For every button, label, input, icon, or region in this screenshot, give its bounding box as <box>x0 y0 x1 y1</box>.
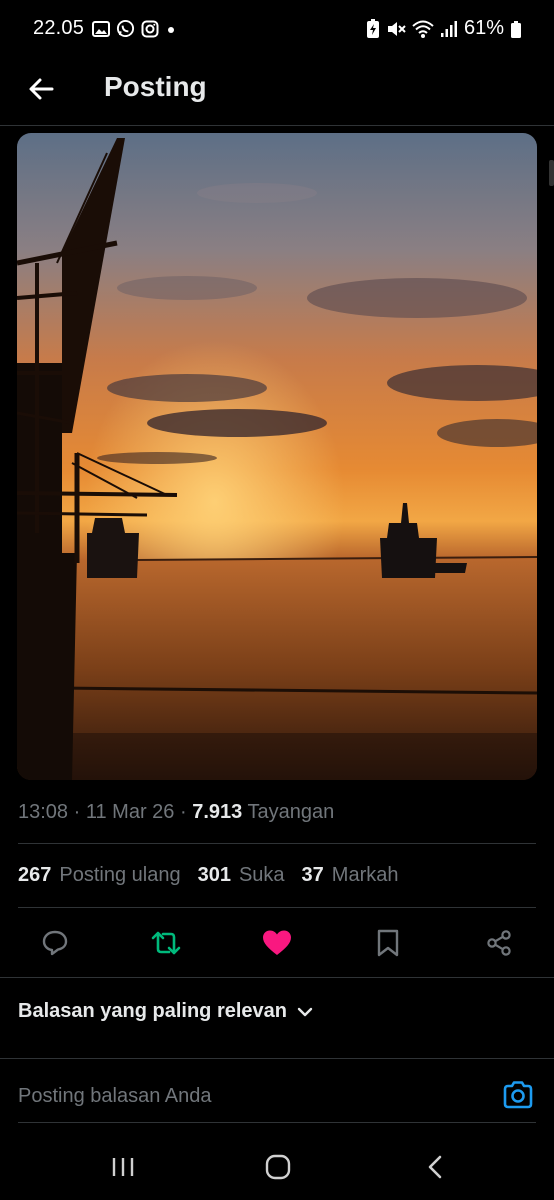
like-icon <box>263 930 291 955</box>
reposts-label: Posting ulang <box>59 864 181 886</box>
signal-icon <box>440 20 457 37</box>
likes-count: 301 <box>197 864 231 886</box>
chevron-down-icon <box>297 1007 313 1016</box>
meta-separator: · <box>180 801 187 823</box>
system-icons: 61% <box>366 17 522 40</box>
notification-icons <box>92 19 177 38</box>
reply-composer: Posting balasan Anda <box>0 1060 554 1122</box>
views-label: Tayangan <box>247 801 335 823</box>
dot-icon <box>168 26 174 33</box>
wifi-icon <box>412 20 434 38</box>
views-count: 7.913 <box>192 801 243 823</box>
bookmarks-stat[interactable]: 37 Markah <box>302 864 399 887</box>
camera-button[interactable] <box>502 1080 534 1112</box>
camera-icon <box>503 1081 533 1109</box>
meta-separator: · <box>73 801 81 823</box>
action-bar <box>0 922 554 964</box>
scrollbar[interactable] <box>549 160 554 186</box>
bookmark-button[interactable] <box>371 926 405 960</box>
back-button[interactable] <box>22 70 60 108</box>
reply-icon <box>42 930 68 956</box>
divider <box>18 843 536 844</box>
reply-input[interactable]: Posting balasan Anda <box>18 1085 212 1108</box>
repost-icon <box>151 931 181 955</box>
nav-back-button[interactable] <box>420 1152 450 1182</box>
post-time: 13:08 <box>18 801 69 823</box>
instagram-icon <box>141 20 159 37</box>
post-stats: 267 Posting ulang 301 Suka 37 Markah <box>18 864 416 887</box>
arrow-left-icon <box>29 78 54 100</box>
reply-sort-dropdown[interactable]: Balasan yang paling relevan <box>18 1000 313 1023</box>
back-icon <box>428 1155 442 1179</box>
battery-saver-icon <box>366 18 379 38</box>
repost-button[interactable] <box>149 926 183 960</box>
bookmarks-label: Markah <box>331 864 399 886</box>
share-icon <box>487 930 511 956</box>
mute-icon <box>387 21 406 36</box>
gallery-icon <box>92 20 110 37</box>
post-date: 11 Mar 26 <box>85 801 175 823</box>
home-icon <box>265 1154 291 1180</box>
sunset-harbor-photo <box>17 133 537 780</box>
likes-stat[interactable]: 301 Suka <box>198 864 285 887</box>
bookmarks-count: 37 <box>301 864 324 886</box>
battery-icon <box>511 20 521 38</box>
page-title: Posting <box>104 71 207 102</box>
reposts-count: 267 <box>18 864 52 886</box>
share-button[interactable] <box>482 926 516 960</box>
app-header: Posting <box>0 58 554 126</box>
bookmark-icon <box>377 929 399 957</box>
reposts-stat[interactable]: 267 Posting ulang <box>18 864 181 887</box>
whatsapp-icon <box>116 19 135 38</box>
divider <box>18 1122 536 1123</box>
status-time: 22.05 <box>33 17 85 39</box>
recent-apps-button[interactable] <box>108 1152 138 1182</box>
status-bar: 22.05 61% <box>0 0 554 58</box>
divider <box>0 1058 554 1059</box>
reply-button[interactable] <box>38 926 72 960</box>
reply-sort-label: Balasan yang paling relevan <box>18 1000 287 1022</box>
likes-label: Suka <box>238 864 285 886</box>
battery-percent: 61% <box>463 17 504 39</box>
like-button[interactable] <box>260 926 294 960</box>
divider <box>0 977 554 978</box>
home-button[interactable] <box>263 1152 293 1182</box>
divider <box>18 907 536 908</box>
post-image[interactable] <box>17 133 537 780</box>
recent-apps-icon <box>112 1158 134 1176</box>
post-meta: 13:08 · 11 Mar 26 · 7.913 Tayangan <box>18 801 334 824</box>
system-nav-bar <box>0 1130 554 1200</box>
